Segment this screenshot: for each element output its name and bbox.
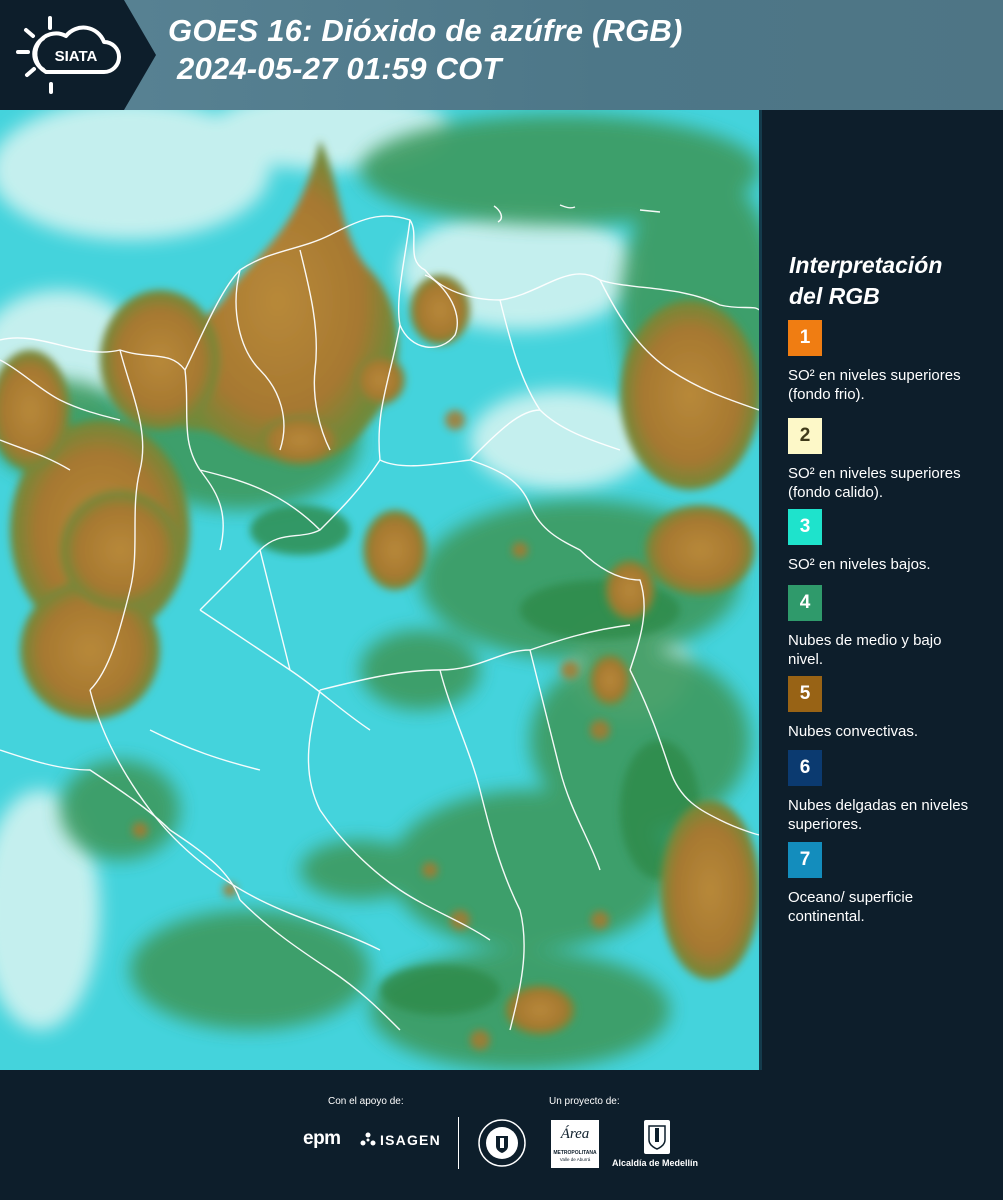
alcaldia-text: Alcaldía de Medellín (612, 1158, 699, 1168)
legend-title: Interpretación del RGB (789, 250, 989, 312)
legend-text-3: SO² en niveles bajos. (788, 556, 931, 573)
area-logo-sub2: Valle de Aburrá (559, 1157, 591, 1162)
isagen-text: ISAGEN (380, 1132, 441, 1148)
legend-item-1: 1 SO² en niveles superiores (fondo frio)… (788, 320, 978, 404)
epm-logo: epm (303, 1128, 341, 1149)
support-label: Con el apoyo de: (328, 1096, 404, 1107)
page-title: GOES 16: Dióxido de azúfre (RGB) 2024-05… (168, 12, 683, 88)
legend-number-3: 3 (799, 516, 811, 537)
legend-number-7: 7 (799, 849, 811, 870)
legend-swatch-4: 4 (788, 585, 822, 621)
legend-item-7: 7 Oceano/ superficie continental. (788, 842, 978, 926)
legend-item-5: 5 Nubes convectivas. (788, 676, 978, 741)
legend-item-4: 4 Nubes de medio y bajo nivel. (788, 585, 978, 669)
header: SIATA GOES 16: Dióxido de azúfre (RGB) 2… (0, 0, 1003, 110)
legend-number-6: 6 (799, 757, 811, 778)
legend-panel: Interpretación del RGB 1 SO² en niveles … (762, 110, 1003, 1070)
legend-number-1: 1 (799, 327, 811, 348)
title-line-1: GOES 16: Dióxido de azúfre (RGB) (168, 13, 683, 48)
project-label: Un proyecto de: (549, 1096, 620, 1107)
legend-text-2: SO² en niveles superiores (fondo calido)… (788, 465, 961, 501)
legend-swatch-6: 6 (788, 750, 822, 786)
legend-text-1: SO² en niveles superiores (fondo frio). (788, 367, 961, 403)
satellite-map (0, 110, 762, 1070)
area-logo-sub: METROPOLITANA (553, 1150, 597, 1156)
legend-item-6: 6 Nubes delgadas en niveles superiores. (788, 750, 978, 834)
legend-swatch-2: 2 (788, 418, 822, 454)
alcaldia-crest-icon (644, 1120, 670, 1154)
legend-title-line-2: del RGB (789, 283, 880, 309)
legend-item-2: 2 SO² en niveles superiores (fondo calid… (788, 418, 978, 502)
legend-text-7: Oceano/ superficie continental. (788, 889, 914, 925)
siata-logo: SIATA (0, 0, 156, 110)
isagen-logo: ISAGEN (360, 1132, 441, 1148)
area-logo-title: Área (560, 1126, 590, 1142)
legend-text-4: Nubes de medio y bajo nivel. (788, 632, 942, 668)
legend-swatch-1: 1 (788, 320, 822, 356)
title-line-2: 2024-05-27 01:59 COT (177, 51, 502, 86)
legend-text-6: Nubes delgadas en niveles superiores. (788, 797, 969, 833)
legend-number-5: 5 (799, 683, 811, 704)
legend-item-3: 3 SO² en niveles bajos. (788, 509, 978, 574)
legend-number-2: 2 (799, 425, 811, 446)
footer: Con el apoyo de: Un proyecto de: epm ISA… (0, 1070, 1003, 1200)
legend-number-4: 4 (799, 592, 811, 613)
satellite-image (0, 110, 759, 1070)
legend-text-5: Nubes convectivas. (788, 723, 919, 740)
isagen-icon (360, 1132, 376, 1146)
siata-logo-text: SIATA (55, 48, 98, 65)
area-metropolitana-logo: Área METROPOLITANA Valle de Aburrá (551, 1120, 599, 1168)
legend-title-line-1: Interpretación (789, 252, 943, 278)
footer-divider (458, 1117, 459, 1169)
legend-swatch-3: 3 (788, 509, 822, 545)
medellin-seal-icon (478, 1119, 526, 1167)
legend-swatch-5: 5 (788, 676, 822, 712)
legend-swatch-7: 7 (788, 842, 822, 878)
